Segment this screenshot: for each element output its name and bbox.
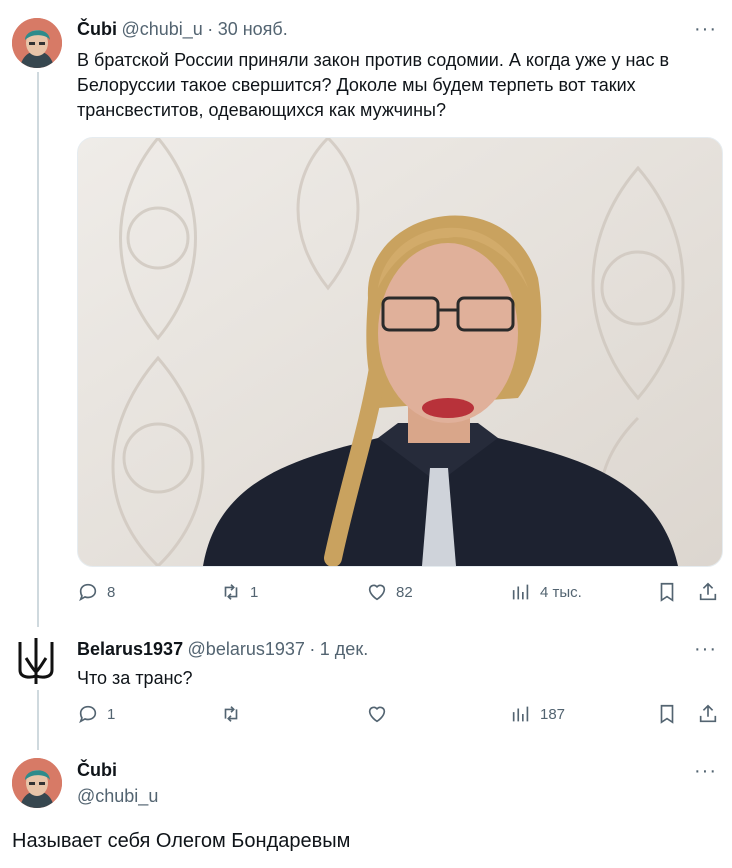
reply-icon	[79, 705, 97, 724]
author-name[interactable]: Čubi	[77, 760, 117, 781]
heart-icon	[368, 706, 386, 723]
tweet-actions: 8 1 82 4 тыс.	[77, 581, 717, 611]
tweet-header: Belarus1937 @belarus1937 · 1 дек.	[77, 639, 368, 660]
separator: ·	[207, 19, 214, 39]
author-name[interactable]: Belarus1937	[77, 639, 183, 659]
more-options-icon[interactable]: ···	[694, 760, 717, 783]
share-icon	[699, 704, 717, 723]
tweet-actions: 1 187	[77, 703, 717, 733]
avatar[interactable]	[12, 758, 62, 808]
like-button[interactable]: 82	[366, 581, 413, 603]
views-button[interactable]: 187	[510, 703, 565, 725]
tweet-text: Что за транс?	[77, 668, 193, 688]
repost-icon	[224, 706, 238, 722]
views-button[interactable]: 4 тыс.	[510, 581, 582, 603]
like-button[interactable]	[366, 703, 388, 725]
views-icon	[512, 706, 529, 722]
tweet-date[interactable]: 1 дек.	[320, 639, 368, 659]
tweet-date[interactable]: 30 нояб.	[218, 19, 288, 39]
like-count: 82	[396, 583, 413, 601]
avatar[interactable]	[12, 18, 62, 68]
share-button[interactable]	[697, 581, 719, 603]
author-handle[interactable]: @belarus1937	[188, 639, 305, 659]
bookmark-button[interactable]	[656, 581, 678, 603]
reply-button[interactable]: 8	[77, 581, 115, 603]
author-name[interactable]: Čubi	[77, 19, 117, 39]
bookmark-icon	[660, 704, 674, 724]
tweet-header: Čubi @chubi_u · 30 нояб.	[77, 19, 288, 40]
views-count: 187	[540, 705, 566, 723]
bookmark-button[interactable]	[656, 703, 678, 725]
more-options-icon[interactable]: ···	[694, 18, 717, 41]
repost-button[interactable]	[220, 703, 242, 725]
avatar[interactable]	[14, 636, 58, 686]
reply-icon	[79, 583, 97, 602]
tweet-text: Называет себя Олегом Бондаревым	[12, 830, 351, 852]
reply-count: 1	[107, 705, 116, 723]
more-options-icon[interactable]: ···	[694, 638, 717, 661]
separator: ·	[309, 639, 316, 659]
trident-icon	[18, 638, 54, 684]
heart-icon	[368, 584, 386, 601]
photo-illustration	[78, 138, 722, 566]
share-button[interactable]	[697, 703, 719, 725]
tweet-media-image[interactable]	[77, 137, 723, 567]
reply-count: 8	[107, 583, 116, 601]
thread-line-2	[37, 690, 39, 750]
tweet-text: В братской России приняли закон против с…	[77, 50, 670, 120]
author-handle[interactable]: @chubi_u	[121, 19, 202, 39]
views-icon	[512, 584, 529, 600]
repost-count: 1	[250, 583, 259, 601]
share-icon	[699, 582, 717, 601]
repost-icon	[224, 584, 238, 600]
repost-button[interactable]: 1	[220, 581, 258, 603]
views-count: 4 тыс.	[540, 583, 582, 601]
bookmark-icon	[660, 582, 674, 602]
author-handle[interactable]: @chubi_u	[77, 786, 158, 807]
thread-line-1	[37, 72, 39, 627]
reply-button[interactable]: 1	[77, 703, 115, 725]
